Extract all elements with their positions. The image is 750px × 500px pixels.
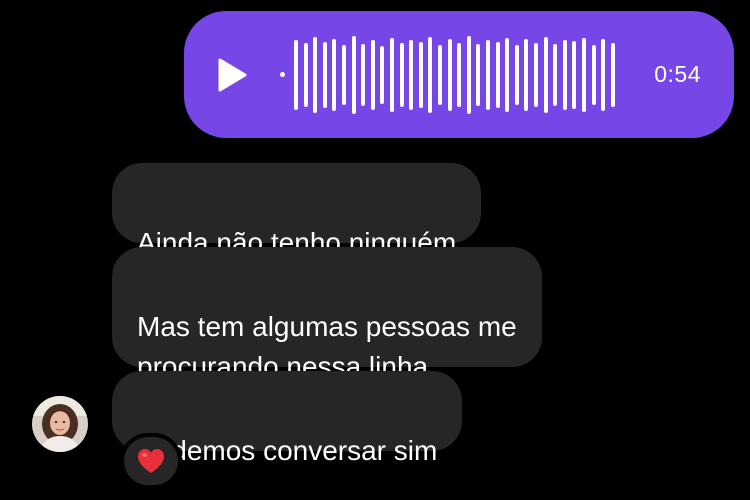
waveform-bar [476,44,481,106]
waveform-bar [486,40,490,110]
avatar-image [32,396,88,452]
waveform-bar [313,37,318,113]
waveform-bar [534,43,538,107]
waveform-bar [601,39,606,111]
waveform-bar [351,36,356,114]
waveform-bar [562,40,567,110]
waveform-bar [390,38,394,112]
waveform-bar [428,37,433,113]
waveform-bar [438,45,442,105]
waveform-bar [505,38,510,112]
heart-icon [138,449,164,473]
waveform-bar [409,40,414,110]
play-icon [218,58,247,92]
play-button[interactable] [214,55,250,95]
waveform-bar [553,44,558,106]
waveform-bar [572,41,577,109]
waveform-bar [524,39,529,111]
waveform-bar [418,42,423,108]
waveform-bar [322,42,327,108]
message-text: Podemos conversar sim [137,435,438,466]
waveform-bar [332,39,337,111]
waveform-start-dot [280,72,285,77]
waveform-bar [514,45,519,105]
waveform-bar [447,39,452,111]
waveform-bar [294,40,298,110]
waveform-bar [543,37,548,113]
message-reaction[interactable] [120,433,182,489]
waveform-bar [457,43,462,107]
waveform-bar [399,43,404,107]
waveform-bar [582,38,586,112]
voice-message-bubble[interactable]: 0:54 [184,11,734,138]
waveform-bar [370,40,375,110]
waveform-bar [495,42,500,108]
voice-waveform[interactable] [280,33,620,117]
waveform-bar [610,43,615,107]
waveform-bar [361,44,366,106]
waveform-bar [303,43,308,107]
waveform-bar [591,45,596,105]
voice-duration: 0:54 [654,61,701,87]
incoming-message-bubble[interactable]: Ainda não tenho ninguém [112,163,482,258]
contact-avatar[interactable] [32,396,88,452]
waveform-bar [342,45,346,105]
waveform-bar [380,46,385,104]
waveform-bar [466,36,471,114]
incoming-message-bubble[interactable]: Mas tem algumas pessoas me procurando ne… [112,247,542,382]
